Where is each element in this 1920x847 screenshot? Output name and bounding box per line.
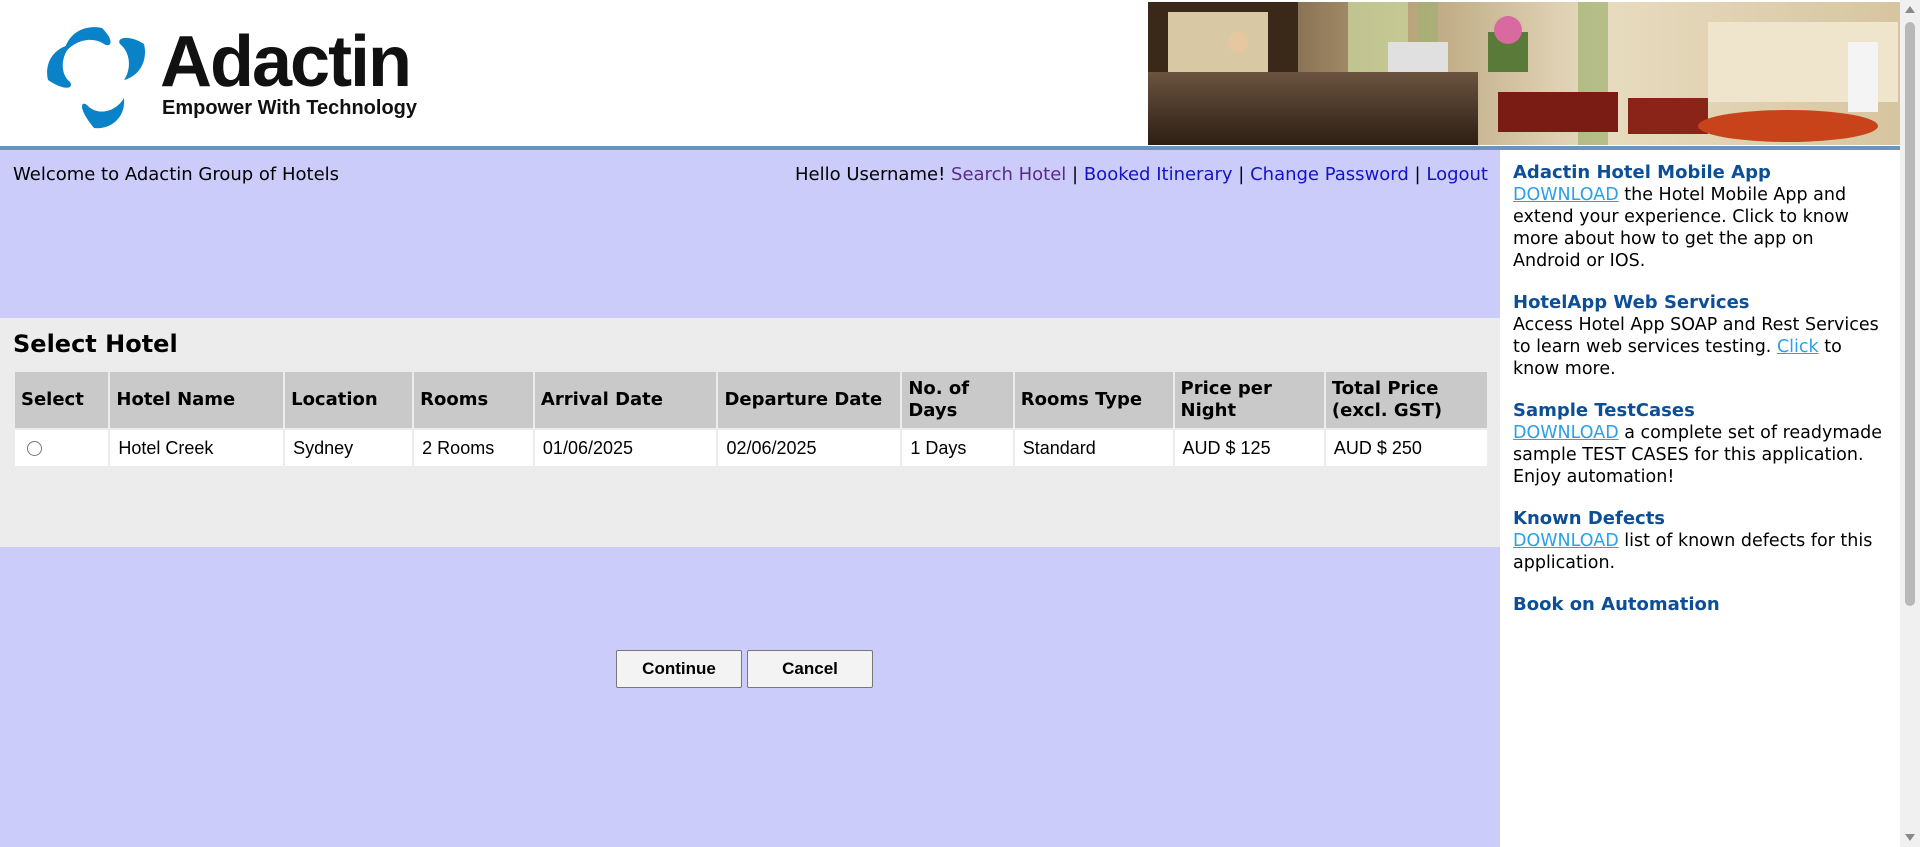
column-header-rooms: Rooms xyxy=(414,372,533,428)
column-header-hotel-name: Hotel Name xyxy=(110,372,284,428)
adactin-logo: Adactin Empower With Technology xyxy=(44,20,444,130)
welcome-text: Welcome to Adactin Group of Hotels xyxy=(13,164,340,185)
sidebar-book-title[interactable]: Book on Automation xyxy=(1513,594,1885,616)
price-per-night-cell: AUD $ 125 xyxy=(1174,430,1324,466)
scroll-up-arrow-icon[interactable] xyxy=(1905,6,1915,13)
right-sidebar: Adactin Hotel Mobile App DOWNLOAD the Ho… xyxy=(1500,150,1900,847)
column-header-total-price: Total Price (excl. GST) xyxy=(1325,372,1487,428)
column-header-select: Select xyxy=(15,372,109,428)
hotel-results-table: Select Hotel Name Location Rooms Arrival… xyxy=(13,370,1489,468)
scroll-down-arrow-icon[interactable] xyxy=(1905,834,1915,841)
test-cases-download-link[interactable]: DOWNLOAD xyxy=(1513,423,1619,443)
nav-separator: | xyxy=(1414,164,1421,185)
table-row: Hotel Creek Sydney 2 Rooms 01/06/2025 02… xyxy=(15,430,1487,466)
rooms-type-cell: Standard xyxy=(1014,430,1173,466)
web-services-click-link[interactable]: Click xyxy=(1777,337,1819,357)
table-header-row: Select Hotel Name Location Rooms Arrival… xyxy=(15,372,1487,428)
nav-separator: | xyxy=(1238,164,1245,185)
known-defects-download-link[interactable]: DOWNLOAD xyxy=(1513,531,1619,551)
scrollbar-thumb[interactable] xyxy=(1905,22,1915,606)
mobile-app-download-link[interactable]: DOWNLOAD xyxy=(1513,185,1619,205)
search-hotel-link[interactable]: Search Hotel xyxy=(951,164,1066,185)
hotel-lobby-banner-image xyxy=(1148,2,1900,145)
top-navigation: Hello Username! Search Hotel | Booked It… xyxy=(795,164,1488,185)
logout-link[interactable]: Logout xyxy=(1426,164,1488,185)
column-header-rooms-type: Rooms Type xyxy=(1014,372,1173,428)
sidebar-mobile-app: Adactin Hotel Mobile App DOWNLOAD the Ho… xyxy=(1513,162,1885,272)
location-cell: Sydney xyxy=(285,430,413,466)
sidebar-known-defects: Known Defects DOWNLOAD list of known def… xyxy=(1513,508,1885,574)
departure-date-cell: 02/06/2025 xyxy=(718,430,901,466)
cancel-button[interactable]: Cancel xyxy=(747,650,873,688)
select-hotel-panel: Select Hotel Select Hotel Name Location … xyxy=(0,318,1500,688)
arrival-date-cell: 01/06/2025 xyxy=(534,430,717,466)
change-password-link[interactable]: Change Password xyxy=(1250,164,1409,185)
no-of-days-cell: 1 Days xyxy=(902,430,1013,466)
select-cell xyxy=(15,430,109,466)
brand-tagline: Empower With Technology xyxy=(162,97,418,119)
sidebar-book: Book on Automation xyxy=(1513,594,1885,616)
sidebar-test-cases: Sample TestCases DOWNLOAD a complete set… xyxy=(1513,400,1885,488)
sidebar-known-defects-title[interactable]: Known Defects xyxy=(1513,508,1885,530)
sidebar-web-services: HotelApp Web Services Access Hotel App S… xyxy=(1513,292,1885,380)
greeting-text: Hello Username! xyxy=(794,164,946,185)
nav-separator: | xyxy=(1072,164,1079,185)
column-header-no-of-days: No. of Days xyxy=(902,372,1013,428)
logo-swirl-icon xyxy=(47,27,146,129)
sidebar-mobile-app-title[interactable]: Adactin Hotel Mobile App xyxy=(1513,162,1885,184)
main-content: Welcome to Adactin Group of Hotels Hello… xyxy=(0,150,1500,847)
column-header-arrival-date: Arrival Date xyxy=(534,372,717,428)
total-price-cell: AUD $ 250 xyxy=(1325,430,1487,466)
sidebar-web-services-title[interactable]: HotelApp Web Services xyxy=(1513,292,1885,314)
hotel-name-cell: Hotel Creek xyxy=(110,430,284,466)
rooms-cell: 2 Rooms xyxy=(414,430,533,466)
column-header-location: Location xyxy=(285,372,413,428)
page-title: Select Hotel xyxy=(13,330,178,358)
booked-itinerary-link[interactable]: Booked Itinerary xyxy=(1084,164,1233,185)
brand-name: Adactin xyxy=(160,22,412,102)
page-scrollbar[interactable] xyxy=(1900,0,1920,847)
column-header-departure-date: Departure Date xyxy=(718,372,901,428)
sidebar-test-cases-title[interactable]: Sample TestCases xyxy=(1513,400,1885,422)
select-hotel-radio[interactable] xyxy=(27,441,42,457)
column-header-price-per-night: Price per Night xyxy=(1174,372,1324,428)
continue-button[interactable]: Continue xyxy=(616,650,742,688)
page-header: Adactin Empower With Technology xyxy=(0,0,1900,150)
